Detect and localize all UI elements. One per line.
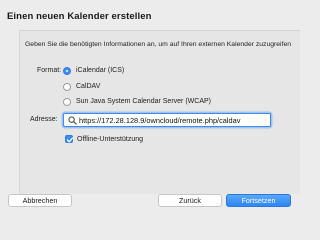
dialog-description: Geben Sie die benötigten Informationen a… bbox=[25, 41, 292, 48]
offline-support-option[interactable]: Offline-Unterstützung bbox=[65, 135, 143, 143]
format-label: Format: bbox=[37, 67, 62, 74]
format-option-icalendar[interactable]: iCalendar (ICS) bbox=[63, 65, 124, 76]
address-input[interactable]: https://172.28.128.9/owncloud/remote.php… bbox=[63, 113, 271, 127]
content-panel bbox=[19, 30, 300, 194]
cancel-button[interactable]: Abbrechen bbox=[8, 194, 72, 207]
format-option-label: CalDAV bbox=[76, 83, 101, 90]
offline-support-label: Offline-Unterstützung bbox=[77, 135, 144, 143]
dialog-title: Einen neuen Kalender erstellen bbox=[7, 11, 152, 22]
continue-button[interactable]: Fortsetzen bbox=[226, 194, 291, 207]
format-option-caldav[interactable]: CalDAV bbox=[63, 81, 100, 92]
format-option-wcap[interactable]: Sun Java System Calendar Server (WCAP) bbox=[63, 96, 211, 107]
radio-button-checked[interactable] bbox=[63, 66, 71, 75]
back-button[interactable]: Zurück bbox=[158, 194, 222, 207]
checkbox-checked[interactable] bbox=[65, 135, 74, 143]
address-value[interactable]: https://172.28.128.9/owncloud/remote.php… bbox=[79, 116, 240, 125]
radio-button[interactable] bbox=[63, 82, 71, 91]
radio-button[interactable] bbox=[63, 97, 71, 106]
search-icon bbox=[68, 115, 77, 125]
checkmark-icon bbox=[66, 137, 74, 143]
format-option-label: iCalendar (ICS) bbox=[76, 67, 125, 74]
new-calendar-dialog: Einen neuen Kalender erstellen Geben Sie… bbox=[0, 0, 300, 219]
format-option-label: Sun Java System Calendar Server (WCAP) bbox=[76, 98, 211, 105]
address-label: Adresse: bbox=[30, 116, 58, 123]
